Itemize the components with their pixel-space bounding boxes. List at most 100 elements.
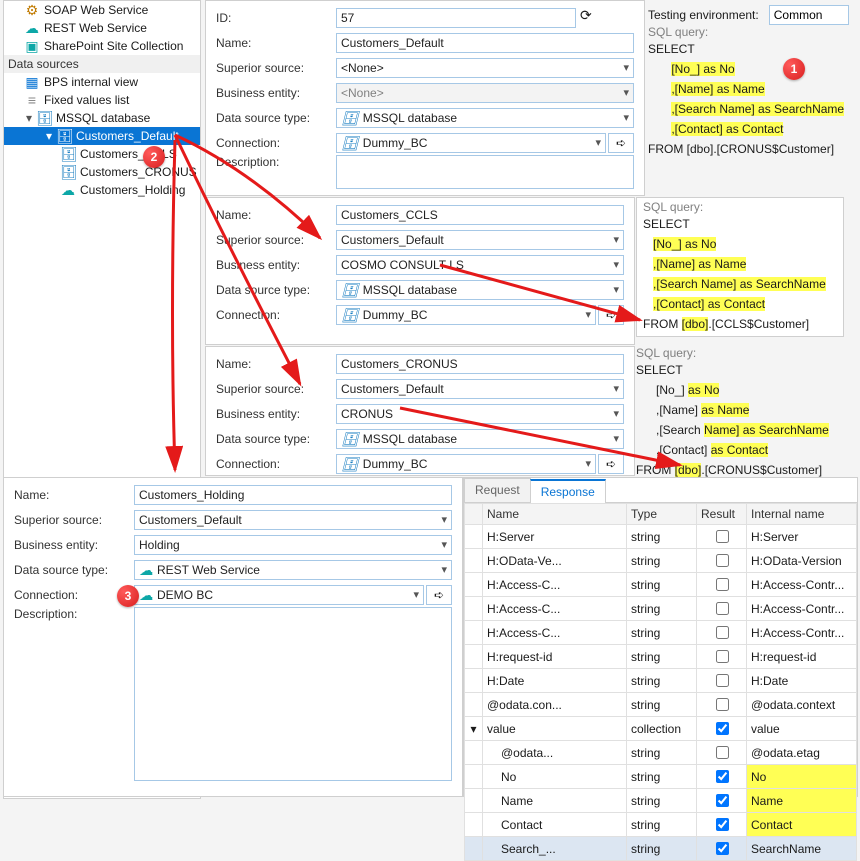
superior-combo[interactable]: Customers_Default ▾	[134, 510, 452, 530]
cell-result[interactable]	[697, 621, 747, 645]
conn-combo[interactable]: 🗄Dummy_BC▾	[336, 454, 596, 474]
table-row[interactable]: NamestringName	[465, 789, 857, 813]
table-row[interactable]: NostringNo	[465, 765, 857, 789]
table-row[interactable]: @odata...string@odata.etag	[465, 741, 857, 765]
expand-icon[interactable]: ▾	[470, 722, 476, 736]
tree-item-customers-default[interactable]: ▾🗄Customers_Default	[4, 127, 200, 145]
name-field[interactable]	[336, 205, 624, 225]
cell-result[interactable]	[697, 573, 747, 597]
label-name: Name:	[216, 36, 336, 50]
entity-combo[interactable]: Holding▾	[134, 535, 452, 555]
label-entity: Business entity:	[14, 538, 134, 552]
chevron-down-icon: ▾	[613, 258, 619, 271]
superior-combo[interactable]: Customers_Default▾	[336, 230, 624, 250]
tree-item-customers-holding[interactable]: ☁Customers_Holding	[4, 181, 200, 199]
col-type[interactable]: Type	[627, 504, 697, 525]
table-row[interactable]: H:request-idstringH:request-id	[465, 645, 857, 669]
chevron-down-icon: ▾	[585, 308, 591, 321]
chevron-down-icon[interactable]: ▾	[44, 129, 54, 143]
navigate-button[interactable]: ➪	[608, 133, 634, 153]
navigate-button[interactable]: ➪	[426, 585, 452, 605]
col-internal[interactable]: Internal name	[747, 504, 857, 525]
cell-type: string	[627, 693, 697, 717]
table-row[interactable]: ▾valuecollectionvalue	[465, 717, 857, 741]
conn-combo[interactable]: ☁DEMO BC▾	[134, 585, 424, 605]
table-row[interactable]: ContactstringContact	[465, 813, 857, 837]
navigate-button[interactable]: ➪	[598, 305, 624, 325]
annotation-badge-2: 2	[143, 146, 165, 168]
entity-combo[interactable]: COSMO CONSULT LS▾	[336, 255, 624, 275]
cell-internal: SearchName	[747, 837, 857, 861]
combo-value: Customers_Default	[139, 513, 242, 527]
testenv-field[interactable]	[769, 5, 849, 25]
tree-item-rest[interactable]: ☁REST Web Service	[4, 19, 200, 37]
combo-value: Dummy_BC	[363, 308, 428, 322]
tab-response[interactable]: Response	[530, 479, 606, 503]
id-field[interactable]	[336, 8, 576, 28]
cell-type: string	[627, 525, 697, 549]
gear-icon: ⚙	[24, 3, 40, 17]
tree-item-bps[interactable]: ▦BPS internal view	[4, 73, 200, 91]
type-combo[interactable]: 🗄MSSQL database▾	[336, 280, 624, 300]
col-name[interactable]: Name	[483, 504, 627, 525]
label-superior: Superior source:	[216, 382, 336, 396]
label-entity: Business entity:	[216, 407, 336, 421]
tree-item-soap[interactable]: ⚙SOAP Web Service	[4, 1, 200, 19]
label-testenv: Testing environment:	[648, 8, 759, 22]
table-row[interactable]: H:ServerstringH:Server	[465, 525, 857, 549]
description-field[interactable]	[336, 155, 634, 189]
table-row[interactable]: H:Access-C...stringH:Access-Contr...	[465, 621, 857, 645]
cell-type: string	[627, 837, 697, 861]
name-field[interactable]	[336, 33, 634, 53]
tab-request[interactable]: Request	[464, 478, 531, 502]
table-row[interactable]: H:Access-C...stringH:Access-Contr...	[465, 573, 857, 597]
table-row[interactable]: H:OData-Ve...stringH:OData-Version	[465, 549, 857, 573]
db-icon: 🗄	[341, 457, 359, 471]
cell-result[interactable]	[697, 525, 747, 549]
chevron-down-icon: ▾	[441, 513, 447, 526]
description-field[interactable]	[134, 607, 452, 781]
cell-name: H:Access-C...	[483, 573, 627, 597]
db-icon: 🗄	[60, 147, 76, 161]
chevron-down-icon: ▾	[585, 457, 591, 470]
cell-result[interactable]	[697, 645, 747, 669]
cell-result[interactable]	[697, 765, 747, 789]
tree-item-customers-cronus[interactable]: 🗄Customers_CRONUS	[4, 163, 200, 181]
cell-result[interactable]	[697, 549, 747, 573]
table-row[interactable]: @odata.con...string@odata.context	[465, 693, 857, 717]
cell-result[interactable]	[697, 693, 747, 717]
table-row[interactable]: Search_...stringSearchName	[465, 837, 857, 861]
table-row[interactable]: H:DatestringH:Date	[465, 669, 857, 693]
entity-combo[interactable]: CRONUS▾	[336, 404, 624, 424]
cell-result[interactable]	[697, 669, 747, 693]
tree-item-fixed[interactable]: ≡Fixed values list	[4, 91, 200, 109]
name-field[interactable]	[336, 354, 624, 374]
cell-name: H:request-id	[483, 645, 627, 669]
entity-combo: <None>▾	[336, 83, 634, 103]
refresh-icon[interactable]: ⟳	[580, 8, 592, 28]
cell-result[interactable]	[697, 717, 747, 741]
cell-result[interactable]	[697, 597, 747, 621]
chevron-down-icon[interactable]: ▾	[24, 111, 34, 125]
cell-internal: @odata.context	[747, 693, 857, 717]
cell-result[interactable]	[697, 789, 747, 813]
navigate-button[interactable]: ➪	[598, 454, 624, 474]
tree-item-mssql[interactable]: ▾🗄MSSQL database	[4, 109, 200, 127]
type-combo[interactable]: 🗄MSSQL database▾	[336, 108, 634, 128]
tree-item-customers-ccls[interactable]: 🗄Customers_CCLS	[4, 145, 200, 163]
tree-item-sharepoint[interactable]: ▣SharePoint Site Collection	[4, 37, 200, 55]
cell-internal: H:Access-Contr...	[747, 621, 857, 645]
col-result[interactable]: Result	[697, 504, 747, 525]
type-combo[interactable]: ☁REST Web Service▾	[134, 560, 452, 580]
conn-combo[interactable]: 🗄Dummy_BC▾	[336, 133, 606, 153]
superior-combo[interactable]: <None>▾	[336, 58, 634, 78]
cell-result[interactable]	[697, 813, 747, 837]
table-row[interactable]: H:Access-C...stringH:Access-Contr...	[465, 597, 857, 621]
type-combo[interactable]: 🗄MSSQL database▾	[336, 429, 624, 449]
superior-combo[interactable]: Customers_Default▾	[336, 379, 624, 399]
conn-combo[interactable]: 🗄Dummy_BC▾	[336, 305, 596, 325]
name-field[interactable]	[134, 485, 452, 505]
cell-result[interactable]	[697, 741, 747, 765]
cell-result[interactable]	[697, 837, 747, 861]
datasource-panel-default: ID:⟳ Name: Superior source:<None>▾ Busin…	[205, 0, 645, 196]
